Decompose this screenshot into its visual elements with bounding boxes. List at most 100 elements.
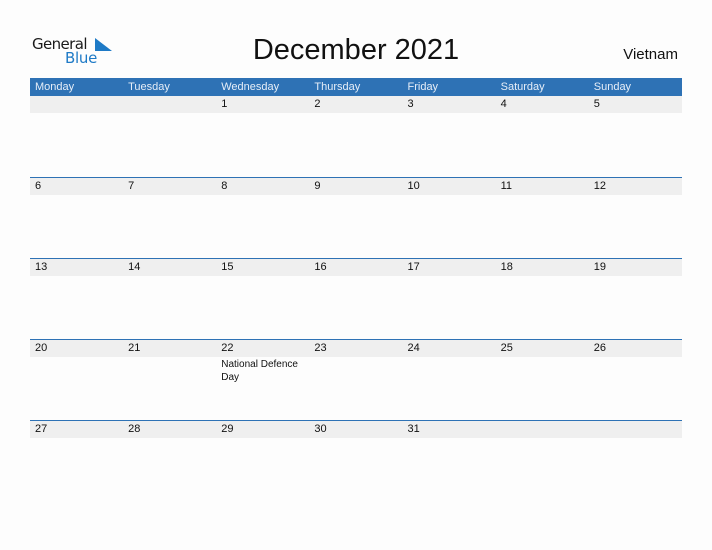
day-number: 12 [593,180,606,192]
day-number: 1 [221,98,228,110]
holiday-label [123,195,216,196]
holiday-label [403,195,496,196]
holiday-label [30,195,123,196]
day-cell [496,421,589,438]
country-label: Vietnam [623,46,678,63]
day-cell: 30 [309,421,402,438]
events-row [30,438,682,439]
day-number: 10 [407,180,420,192]
day-cell: 4 [496,96,589,113]
holiday-label [589,438,682,439]
day-cell: 22 [216,340,309,357]
week-row: 1 2 3 4 5 [30,96,682,177]
day-number: 13 [35,261,48,273]
day-number: 4 [500,98,507,110]
day-number: 28 [128,423,141,435]
weekday-header-row: Monday Tuesday Wednesday Thursday Friday… [30,78,682,96]
holiday-label [216,195,309,196]
holiday-label [309,113,402,114]
day-cell: 21 [123,340,216,357]
day-cell: 11 [496,178,589,195]
day-cell [589,421,682,438]
holiday-label [496,113,589,114]
calendar-title: December 2021 [252,34,460,66]
day-cell: 13 [30,259,123,276]
holiday-label [309,438,402,439]
day-number: 11 [500,180,513,192]
date-strip: 27 28 29 30 31 [30,421,682,438]
day-number: 5 [593,98,600,110]
day-cell: 19 [589,259,682,276]
day-number: 16 [314,261,327,273]
holiday-label [30,276,123,277]
day-cell: 5 [589,96,682,113]
day-number: 31 [407,423,420,435]
day-number: 7 [128,180,135,192]
day-cell: 17 [403,259,496,276]
holiday-label [123,438,216,439]
day-cell: 25 [496,340,589,357]
day-number: 25 [500,342,513,354]
holiday-label [216,276,309,277]
week-row: 13 14 15 16 17 18 19 [30,258,682,339]
day-cell: 18 [496,259,589,276]
events-row [30,113,682,114]
events-row [30,195,682,196]
holiday-label [589,357,682,384]
day-number: 2 [314,98,321,110]
weekday-wednesday: Wednesday [221,81,280,93]
day-cell [30,96,123,113]
holiday-label: National Defence Day [221,359,298,383]
day-number: 17 [407,261,420,273]
day-cell: 20 [30,340,123,357]
day-number: 22 [221,342,234,354]
holiday-label [30,357,123,384]
weekday-monday: Monday [35,81,75,93]
weeks-container: 1 2 3 4 5 6 7 8 9 10 11 12 13 14 15 16 17 18 19 20 21 22 23 24 2… [30,96,682,501]
date-strip: 13 14 15 16 17 18 19 [30,259,682,276]
day-cell: 8 [216,178,309,195]
date-strip: 6 7 8 9 10 11 12 [30,178,682,195]
day-number: 29 [221,423,234,435]
calendar-grid: Monday Tuesday Wednesday Thursday Friday… [30,78,682,501]
week-row: 20 21 22 23 24 25 26 National Defence Day [30,339,682,420]
day-number: 18 [500,261,513,273]
day-number: 21 [128,342,141,354]
holiday-label [496,276,589,277]
holiday-label [403,276,496,277]
holiday-label [309,276,402,277]
day-cell: 26 [589,340,682,357]
day-number: 6 [35,180,42,192]
date-strip: 1 2 3 4 5 [30,96,682,113]
day-cell: 31 [403,421,496,438]
week-row: 27 28 29 30 31 [30,420,682,501]
day-cell [123,96,216,113]
day-cell: 7 [123,178,216,195]
date-strip: 20 21 22 23 24 25 26 [30,340,682,357]
holiday-label [589,276,682,277]
day-cell: 12 [589,178,682,195]
holiday-label [403,113,496,114]
day-number: 23 [314,342,327,354]
holiday-label [123,113,216,114]
day-cell: 1 [216,96,309,113]
day-cell: 27 [30,421,123,438]
day-number: 24 [407,342,420,354]
weekday-thursday: Thursday [314,81,361,93]
day-number: 15 [221,261,234,273]
weekday-friday: Friday [407,81,439,93]
day-cell: 10 [403,178,496,195]
holiday-label [496,438,589,439]
holiday-label [309,195,402,196]
holiday-label [30,438,123,439]
holiday-label [123,357,216,384]
weekday-tuesday: Tuesday [128,81,170,93]
day-number: 8 [221,180,228,192]
day-number: 27 [35,423,48,435]
day-number: 3 [407,98,414,110]
day-cell: 29 [216,421,309,438]
day-cell: 2 [309,96,402,113]
weekday-sunday: Sunday [593,81,632,93]
day-cell: 28 [123,421,216,438]
holiday-label [30,113,123,114]
